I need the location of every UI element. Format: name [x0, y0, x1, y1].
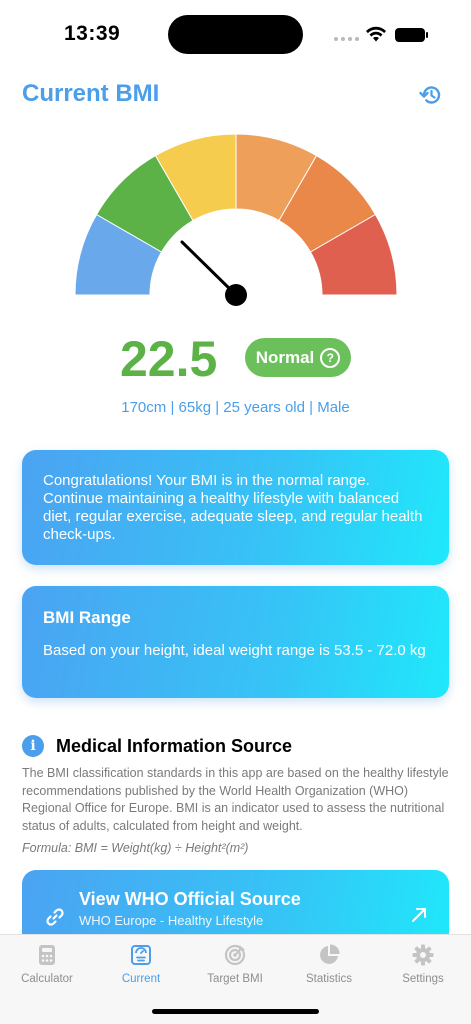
- status-badge[interactable]: Normal ?: [245, 338, 351, 377]
- medical-source-title: Medical Information Source: [56, 736, 293, 756]
- pie-chart-icon: [320, 944, 340, 964]
- gear-icon: [412, 944, 434, 966]
- tab-target-bmi[interactable]: Target BMI: [188, 943, 282, 985]
- advice-text: Congratulations! Your BMI is in the norm…: [43, 472, 423, 543]
- tab-label: Current: [121, 973, 161, 985]
- bmi-formula: Formula: BMI = Weight(kg) ÷ Height²(m²): [22, 841, 249, 855]
- status-bar: 13:39: [0, 0, 471, 70]
- tab-statistics[interactable]: Statistics: [282, 943, 376, 985]
- bmi-range-text: Based on your height, ideal weight range…: [43, 642, 426, 659]
- bmi-value: 22.5: [120, 331, 218, 387]
- history-icon[interactable]: [418, 82, 444, 108]
- link-icon: [46, 908, 64, 926]
- gauge-needle-hub: [225, 284, 247, 306]
- wifi-icon: [366, 26, 386, 42]
- cellular-signal-icon: [334, 37, 359, 41]
- info-icon: i: [22, 735, 44, 757]
- medical-source-text: The BMI classification standards in this…: [22, 766, 449, 833]
- page-title: Current BMI: [22, 80, 160, 107]
- gauge-segments: [74, 133, 398, 296]
- calculator-icon: [39, 945, 55, 965]
- tab-settings[interactable]: Settings: [376, 943, 470, 985]
- dynamic-island: [168, 15, 303, 54]
- tab-label: Statistics: [305, 973, 352, 985]
- tab-current[interactable]: Current: [94, 943, 188, 985]
- bmi-gauge: [74, 133, 398, 306]
- battery-icon: [395, 28, 428, 42]
- external-link-icon: [412, 908, 426, 922]
- target-icon: [224, 944, 246, 966]
- tab-calculator[interactable]: Calculator: [0, 943, 94, 985]
- who-source-title: View WHO Official Source: [79, 889, 301, 909]
- bmi-range-card: BMI Range Based on your height, ideal we…: [22, 586, 449, 698]
- help-icon: ?: [320, 347, 341, 368]
- status-label: Normal: [255, 347, 315, 367]
- tab-label: Target BMI: [207, 973, 263, 985]
- profile-summary: 170cm | 65kg | 25 years old | Male: [121, 399, 350, 416]
- gauge-needle: [180, 240, 238, 297]
- who-source-subtitle: WHO Europe - Healthy Lifestyle: [79, 913, 264, 928]
- advice-card: Congratulations! Your BMI is in the norm…: [22, 450, 449, 565]
- home-indicator: [152, 1009, 319, 1014]
- current-bmi-icon: [131, 945, 151, 965]
- tab-label: Calculator: [21, 973, 73, 985]
- tab-label: Settings: [402, 973, 444, 985]
- status-time: 13:39: [64, 22, 121, 45]
- bmi-range-title: BMI Range: [43, 608, 131, 627]
